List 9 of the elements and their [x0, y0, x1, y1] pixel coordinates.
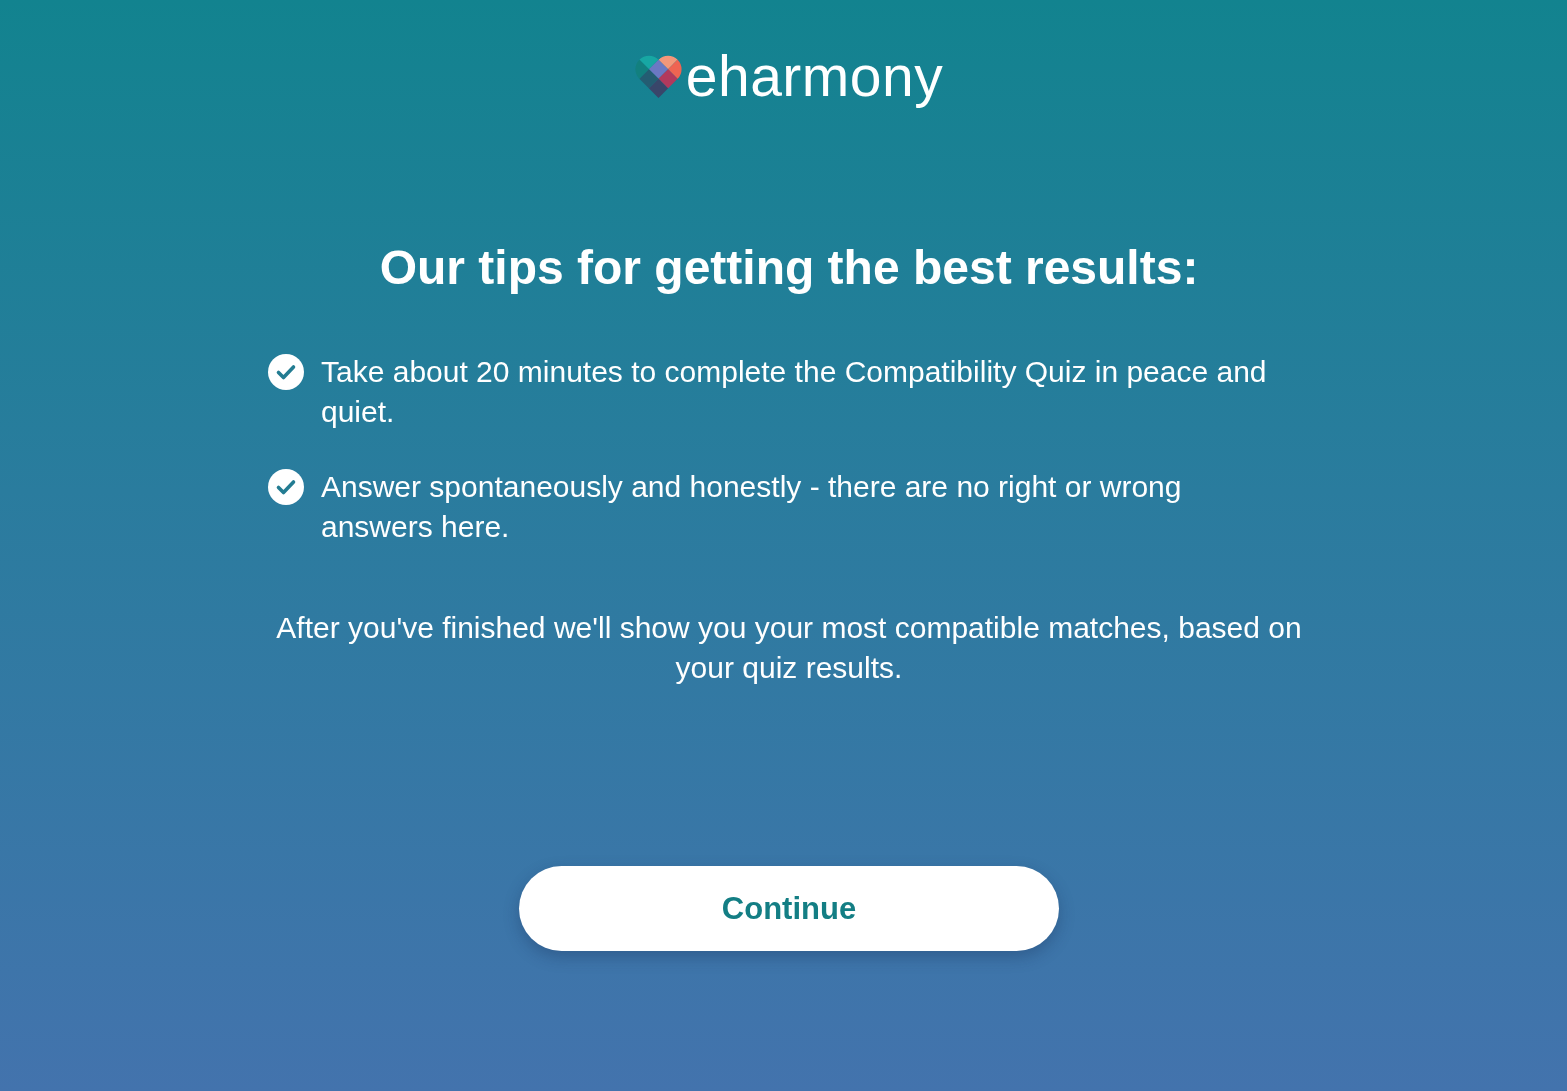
tip-text: Take about 20 minutes to complete the Compatibility Quiz in peace and quiet.: [321, 354, 1268, 430]
tip-text: Answer spontaneously and honestly - there are no right or wrong answers here.: [321, 469, 1183, 545]
heart-logo-icon: [634, 55, 682, 99]
check-circle-icon: [268, 354, 304, 390]
continue-button[interactable]: Continue: [519, 866, 1059, 951]
check-circle-icon: [268, 469, 304, 505]
brand-logo-text: eharmony: [685, 43, 944, 110]
page-heading: Our tips for getting the best results:: [379, 240, 1199, 296]
info-text: After you've finished we'll show you your most compatible matches, based on your quiz results.: [275, 610, 1303, 686]
